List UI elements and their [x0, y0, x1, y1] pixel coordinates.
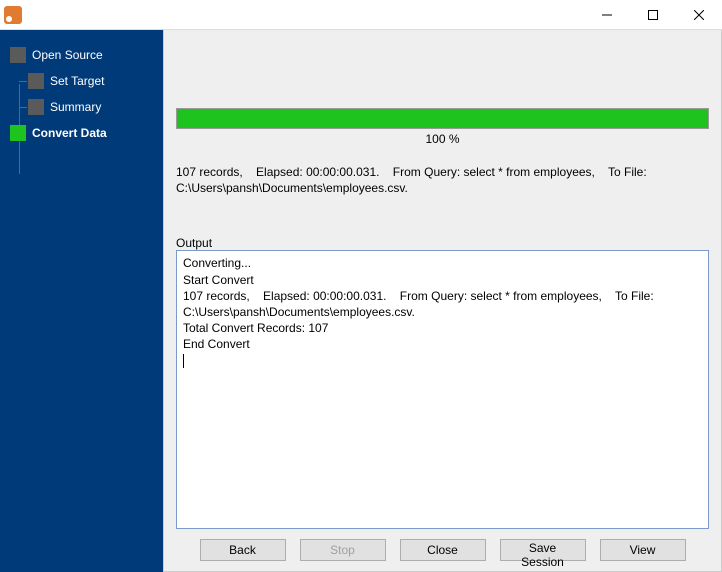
- step-box-icon: [28, 99, 44, 115]
- output-line: Start Convert: [183, 273, 254, 287]
- sidebar-item-set-target[interactable]: Set Target: [0, 68, 163, 94]
- app-icon: [4, 6, 22, 24]
- stop-button[interactable]: Stop: [300, 539, 386, 561]
- maximize-button[interactable]: [630, 0, 676, 30]
- output-line: Converting...: [183, 256, 251, 270]
- output-line: 107 records, Elapsed: 00:00:00.031. From…: [183, 289, 657, 319]
- sidebar-item-label: Convert Data: [32, 126, 107, 140]
- close-button[interactable]: Close: [400, 539, 486, 561]
- sidebar-item-label: Summary: [50, 100, 101, 114]
- stats-text: 107 records, Elapsed: 00:00:00.031. From…: [176, 164, 709, 196]
- output-textarea[interactable]: Converting... Start Convert 107 records,…: [176, 250, 709, 529]
- back-button[interactable]: Back: [200, 539, 286, 561]
- output-line: Total Convert Records: 107: [183, 321, 328, 335]
- sidebar-item-label: Set Target: [50, 74, 104, 88]
- step-box-icon: [10, 47, 26, 63]
- output-label: Output: [176, 236, 709, 250]
- sidebar-item-open-source[interactable]: Open Source: [0, 42, 163, 68]
- save-session-button[interactable]: Save Session: [500, 539, 586, 561]
- button-row: Back Stop Close Save Session View: [176, 529, 709, 563]
- minimize-button[interactable]: [584, 0, 630, 30]
- progress-bar: [176, 108, 709, 129]
- titlebar: [0, 0, 722, 30]
- view-button[interactable]: View: [600, 539, 686, 561]
- sidebar-item-convert-data[interactable]: Convert Data: [0, 120, 163, 146]
- step-box-icon: [10, 125, 26, 141]
- progress-percent: 100 %: [176, 132, 709, 146]
- step-box-icon: [28, 73, 44, 89]
- text-cursor: [183, 354, 184, 368]
- progress-fill: [177, 109, 708, 128]
- main-panel: 100 % 107 records, Elapsed: 00:00:00.031…: [163, 30, 722, 572]
- wizard-sidebar: Open Source Set Target Summary Convert D…: [0, 30, 163, 572]
- sidebar-item-summary[interactable]: Summary: [0, 94, 163, 120]
- output-line: End Convert: [183, 337, 250, 351]
- sidebar-item-label: Open Source: [32, 48, 103, 62]
- close-window-button[interactable]: [676, 0, 722, 30]
